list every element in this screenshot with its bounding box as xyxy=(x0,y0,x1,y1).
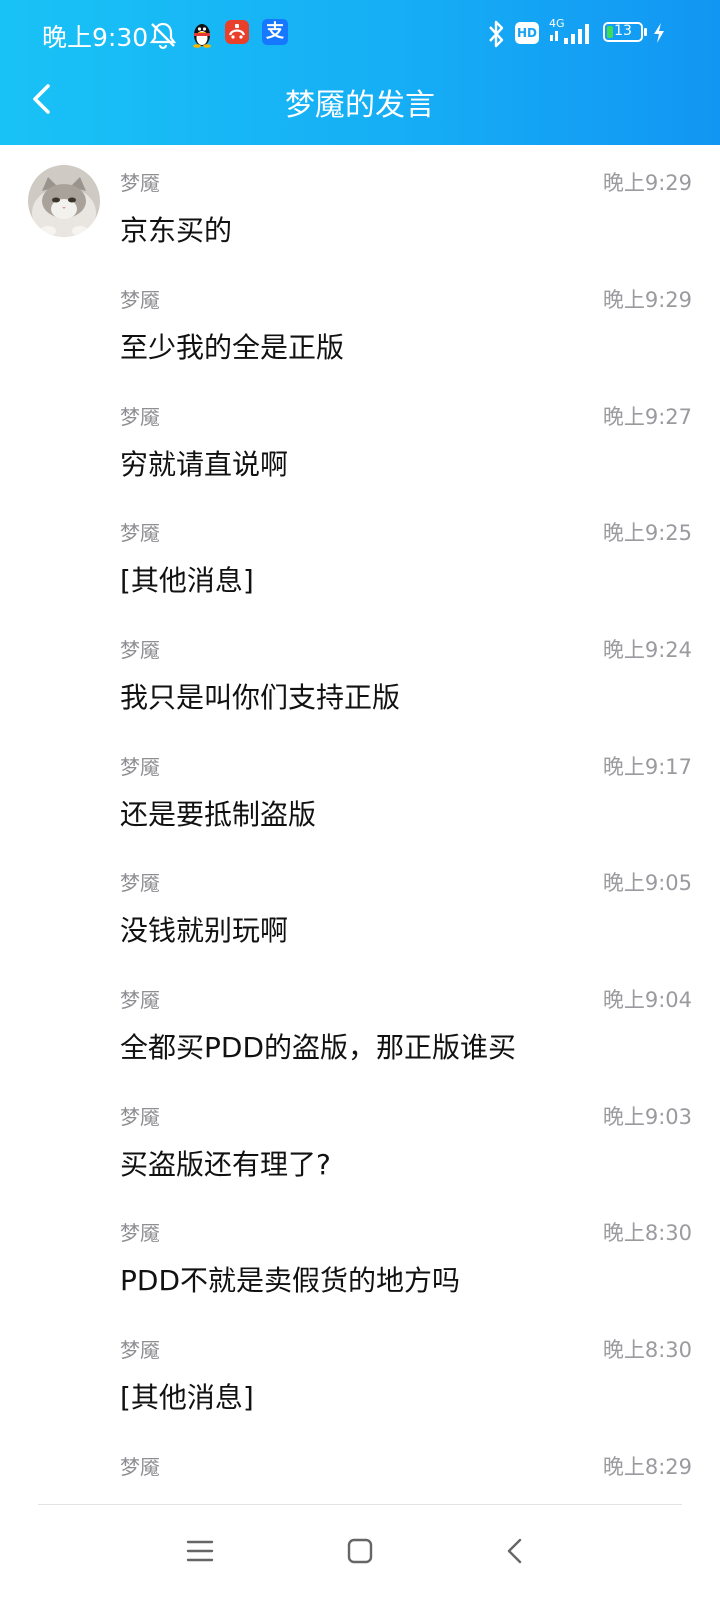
message-item[interactable]: 梦魇 晚上9:29 京东买的 xyxy=(0,145,720,264)
message-item[interactable]: 梦魇 晚上8:30 PDD不就是卖假货的地方吗 xyxy=(0,1195,720,1314)
message-text: 至少我的全是正版 xyxy=(120,331,345,364)
message-sender: 梦魇 xyxy=(120,1105,160,1129)
nav-back-button[interactable] xyxy=(492,1527,540,1575)
message-sender: 梦魇 xyxy=(120,1221,160,1245)
avatar[interactable] xyxy=(28,165,100,237)
bluetooth-icon xyxy=(489,20,504,48)
signal-icon xyxy=(550,24,589,44)
message-time: 晚上9:04 xyxy=(602,988,692,1012)
message-text: 京东买的 xyxy=(120,214,233,247)
message-time: 晚上9:27 xyxy=(602,405,692,429)
message-item[interactable]: 梦魇 晚上9:29 至少我的全是正版 xyxy=(0,262,720,381)
message-sender: 梦魇 xyxy=(120,171,160,195)
menu-icon xyxy=(186,1540,214,1562)
message-text: [其他消息] xyxy=(120,564,254,597)
message-sender: 梦魇 xyxy=(120,988,160,1012)
message-time: 晚上9:03 xyxy=(602,1105,692,1129)
message-time: 晚上9:24 xyxy=(602,638,692,662)
message-text: PDD不就是卖假货的地方吗 xyxy=(120,1264,461,1297)
shopping-app-icon xyxy=(225,20,249,44)
message-time: 晚上9:29 xyxy=(602,288,692,312)
message-time: 晚上9:29 xyxy=(602,171,692,195)
system-nav-bar xyxy=(0,1505,720,1600)
hd-label: HD xyxy=(516,26,537,40)
message-text: 穷就请直说啊 xyxy=(120,448,289,481)
message-text: 买盗版还有理了? xyxy=(120,1148,331,1181)
battery-level: 13 xyxy=(614,23,632,39)
message-text: 还是要抵制盗版 xyxy=(120,798,317,831)
message-list[interactable]: 梦魇 晚上9:29 京东买的 梦魇 晚上9:29 至少我的全是正版 梦魇 晚上9… xyxy=(0,145,720,1505)
message-text: [其他消息] xyxy=(120,1381,254,1414)
message-time: 晚上9:05 xyxy=(602,871,692,895)
message-text: 没钱就别玩啊 xyxy=(120,914,289,947)
message-time: 晚上9:25 xyxy=(602,521,692,545)
message-item[interactable]: 梦魇 晚上9:27 穷就请直说啊 xyxy=(0,379,720,498)
app-header: 晚上9:30 支 HD 4G 13 梦魇的发言 xyxy=(0,0,720,145)
alipay-glyph: 支 xyxy=(266,21,284,42)
alipay-icon: 支 xyxy=(262,19,288,45)
message-sender: 梦魇 xyxy=(120,1338,160,1362)
message-item[interactable]: 梦魇 晚上9:24 我只是叫你们支持正版 xyxy=(0,612,720,731)
message-time: 晚上8:30 xyxy=(602,1338,692,1362)
message-time: 晚上9:17 xyxy=(602,755,692,779)
qq-icon xyxy=(193,24,211,48)
message-item[interactable]: 梦魇 晚上9:25 [其他消息] xyxy=(0,495,720,614)
home-button[interactable] xyxy=(336,1527,384,1575)
nav-back-icon xyxy=(507,1538,522,1564)
message-sender: 梦魇 xyxy=(120,871,160,895)
message-item[interactable]: 梦魇 晚上9:03 买盗版还有理了? xyxy=(0,1079,720,1198)
status-time: 晚上9:30 xyxy=(42,23,149,52)
status-bar: 晚上9:30 支 HD 4G 13 xyxy=(0,0,720,68)
message-item[interactable]: 梦魇 晚上9:05 没钱就别玩啊 xyxy=(0,845,720,964)
home-square-icon xyxy=(347,1538,373,1564)
message-text: 全都买PDD的盗版，那正版谁买 xyxy=(120,1031,517,1064)
message-sender: 梦魇 xyxy=(120,288,160,312)
message-item[interactable]: 梦魇 晚上9:17 还是要抵制盗版 xyxy=(0,729,720,848)
message-sender: 梦魇 xyxy=(120,638,160,662)
message-sender: 梦魇 xyxy=(120,755,160,779)
message-item[interactable]: 梦魇 晚上8:29 xyxy=(0,1429,720,1505)
hd-badge: HD xyxy=(515,22,539,44)
mute-bell-icon xyxy=(149,22,177,50)
battery-icon: 13 xyxy=(603,22,647,42)
message-sender: 梦魇 xyxy=(120,521,160,545)
message-sender: 梦魇 xyxy=(120,1455,160,1479)
message-time: 晚上8:29 xyxy=(602,1455,692,1479)
menu-button[interactable] xyxy=(176,1527,224,1575)
message-item[interactable]: 梦魇 晚上8:30 [其他消息] xyxy=(0,1312,720,1431)
charging-icon xyxy=(654,23,664,43)
message-text: 我只是叫你们支持正版 xyxy=(120,681,401,714)
cat-avatar-icon xyxy=(28,165,100,237)
message-time: 晚上8:30 xyxy=(602,1221,692,1245)
message-item[interactable]: 梦魇 晚上9:04 全都买PDD的盗版，那正版谁买 xyxy=(0,962,720,1081)
page-title: 梦魇的发言 xyxy=(285,88,435,123)
message-sender: 梦魇 xyxy=(120,405,160,429)
